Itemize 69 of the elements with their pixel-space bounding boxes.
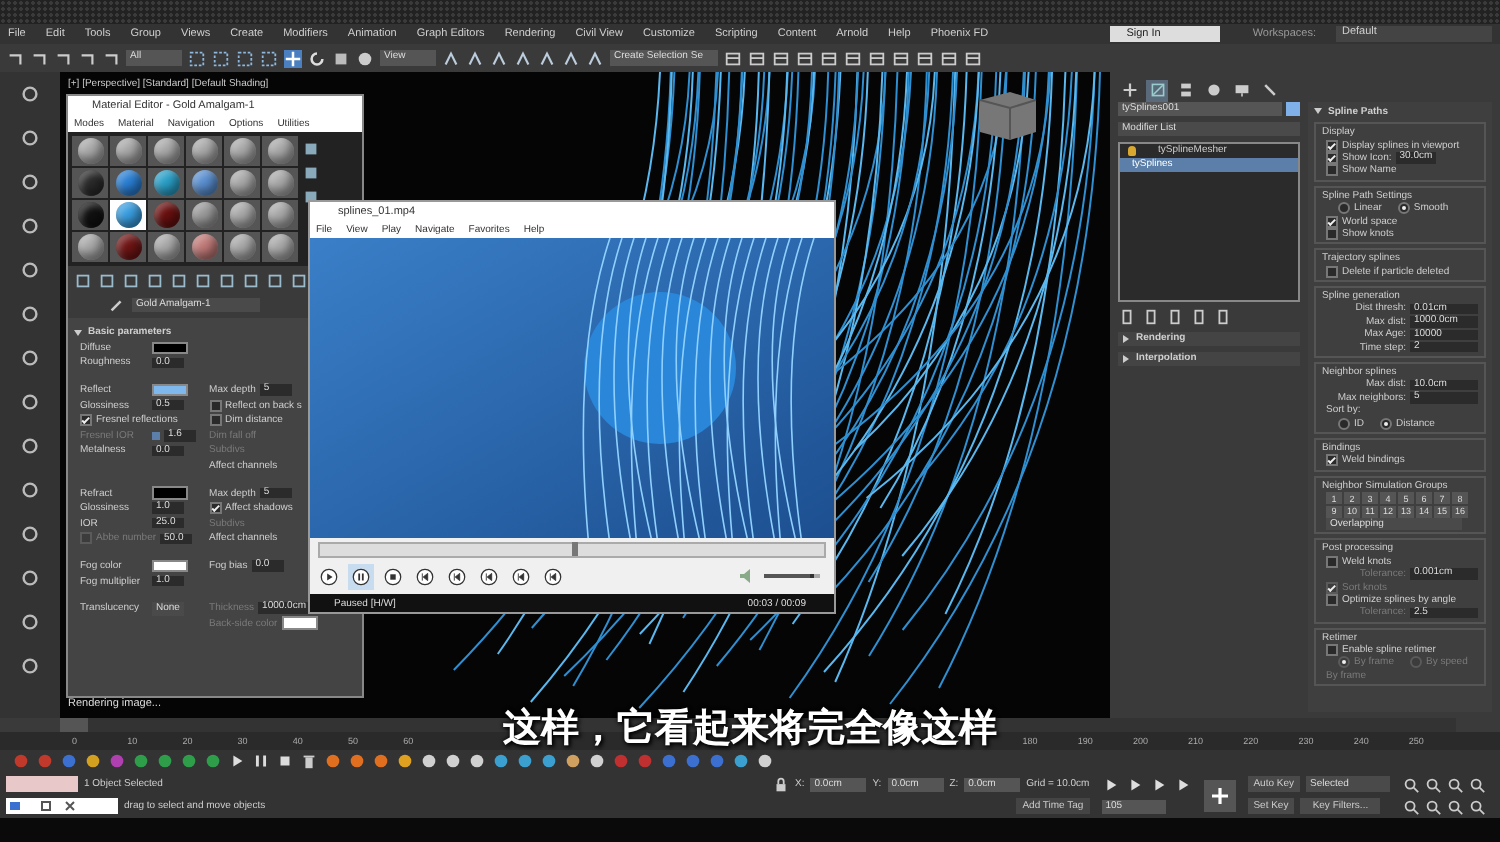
viewport-navigation-icon[interactable] <box>1446 775 1464 793</box>
lightbulb-icon[interactable] <box>1128 146 1136 156</box>
viewport-navigation-icon[interactable] <box>1468 775 1486 793</box>
tool-icon[interactable] <box>20 348 40 368</box>
viewport-navigation-icon[interactable] <box>1424 797 1442 815</box>
stop-button[interactable] <box>380 563 406 589</box>
viewport-navigation-icon[interactable] <box>1446 797 1464 815</box>
time-slider-handle[interactable] <box>60 718 88 732</box>
scale-icon[interactable] <box>332 49 350 67</box>
subtitle: 这样，它看起来将完全像这样 <box>503 710 997 748</box>
checkbox[interactable] <box>1326 265 1338 278</box>
color-swatch[interactable] <box>152 559 188 573</box>
checkbox[interactable] <box>209 414 222 427</box>
tool-icon[interactable] <box>20 304 40 324</box>
tool-icon[interactable] <box>20 260 40 280</box>
seek-thumb[interactable] <box>572 542 578 556</box>
tool-icon[interactable] <box>20 84 40 104</box>
tool-icon[interactable] <box>20 568 40 588</box>
radio-button[interactable] <box>1338 417 1350 430</box>
create-tab[interactable] <box>1118 79 1140 101</box>
tool-icon[interactable] <box>20 480 40 500</box>
tool-icon[interactable] <box>20 128 40 148</box>
rotate-icon[interactable] <box>308 49 326 67</box>
tool-icon[interactable] <box>20 216 40 236</box>
modify-tab[interactable] <box>1146 79 1168 101</box>
play-button[interactable] <box>316 563 342 589</box>
script-listener-field[interactable] <box>6 776 78 792</box>
region-select-icon[interactable] <box>236 49 254 67</box>
checkbox[interactable] <box>80 414 92 427</box>
display-tab[interactable] <box>1230 79 1252 101</box>
checkbox[interactable] <box>1326 454 1338 467</box>
motion-tab[interactable] <box>1202 79 1224 101</box>
checkbox[interactable] <box>209 399 222 412</box>
move-icon[interactable] <box>284 49 302 67</box>
checkbox[interactable] <box>1326 164 1338 177</box>
color-swatch[interactable] <box>152 341 188 355</box>
tool-icon[interactable] <box>20 612 40 632</box>
tool-icon[interactable] <box>20 392 40 412</box>
checkbox[interactable] <box>1326 139 1338 152</box>
radio-button[interactable] <box>1380 417 1392 430</box>
checkbox[interactable] <box>1326 555 1338 568</box>
mini-window[interactable] <box>6 798 118 814</box>
tool-icon[interactable] <box>20 524 40 544</box>
viewport-navigation-icon[interactable] <box>1402 797 1420 815</box>
plus-icon <box>1209 785 1230 805</box>
trash-icon[interactable] <box>300 752 318 770</box>
object-color-swatch[interactable] <box>1286 102 1300 116</box>
pause-icon[interactable] <box>252 752 270 770</box>
viewport-navigation-icon[interactable] <box>1402 775 1420 793</box>
tool-icon[interactable] <box>20 656 40 676</box>
radio-button[interactable] <box>1397 202 1410 215</box>
viewport-navigation-icon[interactable] <box>1468 797 1486 815</box>
viewcube-icon[interactable] <box>979 92 1037 141</box>
set-key-plus-button[interactable] <box>1203 779 1236 811</box>
checkbox[interactable] <box>209 502 222 515</box>
radio-button[interactable] <box>1338 202 1350 215</box>
checkbox[interactable] <box>1326 215 1338 228</box>
lock-toggle[interactable] <box>152 431 160 440</box>
tool-icon[interactable] <box>20 172 40 192</box>
stop-icon[interactable] <box>276 752 294 770</box>
pause-button[interactable] <box>348 563 374 589</box>
color-swatch[interactable] <box>152 383 188 397</box>
color-swatch[interactable] <box>152 486 188 500</box>
prev-button[interactable] <box>412 563 438 589</box>
checkbox[interactable] <box>1326 644 1338 657</box>
lock-icon[interactable] <box>771 775 790 793</box>
viewport-navigation-icon[interactable] <box>1424 775 1442 793</box>
tool-icon[interactable] <box>20 436 40 456</box>
eyedropper-icon[interactable] <box>108 296 126 314</box>
